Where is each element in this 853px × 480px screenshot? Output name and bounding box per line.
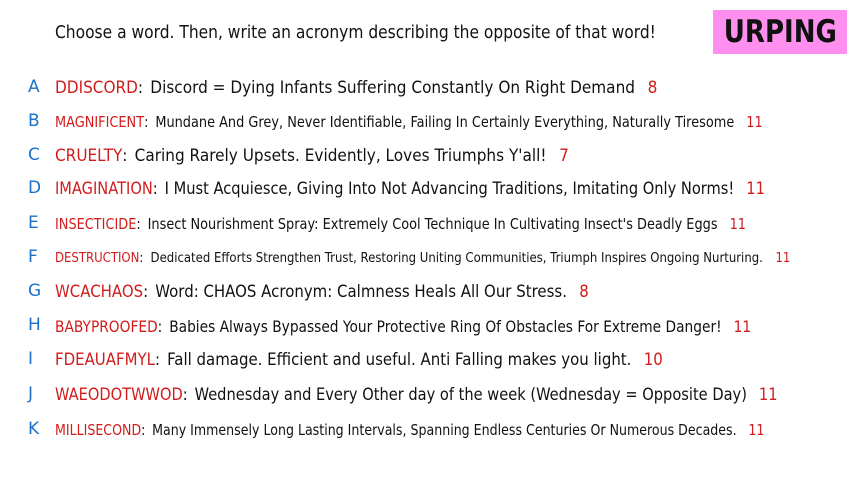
entry-colon: : xyxy=(157,316,163,336)
entry-score: 11 xyxy=(746,113,763,131)
entry-colon: : xyxy=(122,146,128,166)
entry-colon: : xyxy=(139,250,144,266)
entry-acronym-text: Discord = Dying Infants Suffering Consta… xyxy=(150,78,635,98)
entry-colon: : xyxy=(136,215,141,233)
entry-word: DDISCORD xyxy=(55,78,138,98)
entry-score: 7 xyxy=(559,146,569,166)
entry-score: 8 xyxy=(647,78,658,98)
entry-acronym-text: Babies Always Bypassed Your Protective R… xyxy=(169,316,722,336)
entry-content: MILLISECOND: Many Immensely Long Lasting … xyxy=(55,418,764,442)
entry-colon: : xyxy=(152,179,158,199)
entry-letter: B xyxy=(28,111,40,131)
entry-letter: D xyxy=(28,178,42,198)
entry-letter: I xyxy=(28,349,34,369)
entry-word: MILLISECOND xyxy=(55,421,142,439)
entry-colon: : xyxy=(182,385,188,405)
entry-word: WAEODOTWWOD xyxy=(55,385,183,405)
entry-score: 11 xyxy=(748,421,765,439)
entry-score: 11 xyxy=(729,215,747,233)
entry-colon: : xyxy=(137,78,144,98)
entry-word: WCACHAOS xyxy=(55,282,144,302)
entry-content: WAEODOTWWOD: Wednesday and Every Other da… xyxy=(55,383,778,407)
instruction-text: Choose a word. Then, write an acronym de… xyxy=(55,22,656,43)
entry-content: DDISCORD: Discord = Dying Infants Sufferi… xyxy=(55,76,657,100)
entry-letter: F xyxy=(28,247,38,267)
entry-acronym-text: I Must Acquiesce, Giving Into Not Advanc… xyxy=(164,179,735,199)
entry-letter: E xyxy=(28,213,39,233)
entry-score: 11 xyxy=(733,316,752,336)
entry-content: INSECTICIDE: Insect Nourishment Spray: Ex… xyxy=(55,212,746,236)
entry-content: DESTRUCTION: Dedicated Efforts Strengthen… xyxy=(55,246,790,270)
entry-word: MAGNIFICENT xyxy=(55,113,145,131)
entry-colon: : xyxy=(143,282,149,302)
entry-content: BABYPROOFED: Babies Always Bypassed Your … xyxy=(55,314,751,338)
entry-score: 8 xyxy=(579,282,589,302)
entry-acronym-text: Caring Rarely Upsets. Evidently, Loves T… xyxy=(134,146,547,166)
entry-letter: A xyxy=(28,77,40,97)
entry-word: DESTRUCTION xyxy=(55,250,140,266)
entry-letter: C xyxy=(28,145,40,165)
game-title: URPING xyxy=(723,14,837,50)
entry-score: 11 xyxy=(758,385,778,405)
entry-colon: : xyxy=(141,421,146,439)
entry-acronym-text: Insect Nourishment Spray: Extremely Cool… xyxy=(147,215,718,233)
entry-score: 10 xyxy=(643,350,663,370)
game-title-badge: URPING xyxy=(713,10,847,54)
entry-word: CRUELTY xyxy=(55,146,123,166)
entry-acronym-text: Dedicated Efforts Strengthen Trust, Rest… xyxy=(150,250,763,266)
entry-content: MAGNIFICENT: Mundane And Grey, Never Iden… xyxy=(55,110,763,134)
entry-content: WCACHAOS: Word: CHAOS Acronym: Calmness H… xyxy=(55,280,589,304)
entry-acronym-text: Fall damage. Efficient and useful. Anti … xyxy=(167,350,632,370)
entry-word: FDEAUAFMYL xyxy=(55,350,155,370)
entry-content: IMAGINATION: I Must Acquiesce, Giving Int… xyxy=(55,177,765,201)
entry-acronym-text: Mundane And Grey, Never Identifiable, Fa… xyxy=(155,113,735,131)
entry-word: IMAGINATION xyxy=(55,179,153,199)
entry-word: BABYPROOFED xyxy=(55,316,158,336)
entry-acronym-text: Many Immensely Long Lasting Intervals, S… xyxy=(152,421,737,439)
entry-acronym-text: Word: CHAOS Acronym: Calmness Heals All … xyxy=(155,282,567,302)
entry-letter: J xyxy=(28,384,34,404)
entry-letter: H xyxy=(28,315,41,335)
entry-content: FDEAUAFMYL: Fall damage. Efficient and us… xyxy=(55,348,663,372)
entry-colon: : xyxy=(154,350,161,370)
entry-content: CRUELTY: Caring Rarely Upsets. Evidently,… xyxy=(55,144,569,168)
entry-letter: G xyxy=(28,281,42,301)
entry-word: INSECTICIDE xyxy=(55,215,137,233)
entry-score: 11 xyxy=(775,250,791,266)
entry-colon: : xyxy=(144,113,149,131)
entry-letter: K xyxy=(28,419,40,439)
entry-score: 11 xyxy=(746,179,765,199)
entry-acronym-text: Wednesday and Every Other day of the wee… xyxy=(194,385,747,405)
